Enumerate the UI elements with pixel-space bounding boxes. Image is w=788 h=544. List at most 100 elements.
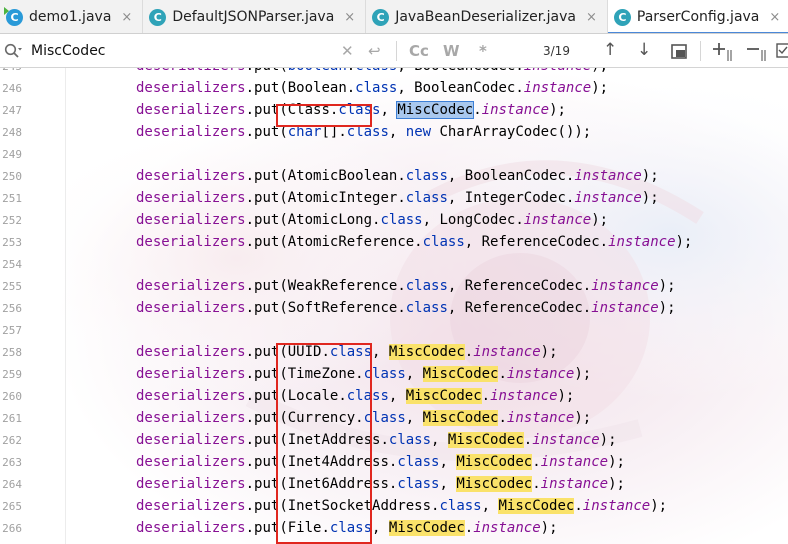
line-number: 260 xyxy=(2,389,22,403)
code-token: . xyxy=(464,344,474,360)
code-line[interactable]: 252 deserializers.put(AtomicLong.class, L… xyxy=(0,209,788,231)
code-line[interactable]: 256 deserializers.put(SoftReference.class… xyxy=(0,297,788,319)
remove-occurrence-icon[interactable] xyxy=(746,42,768,62)
code-token: deserializers xyxy=(136,102,246,118)
search-match-highlight: MiscCodec xyxy=(456,476,533,492)
code-token: class xyxy=(439,498,482,514)
select-all-occurrences-icon[interactable] xyxy=(776,43,788,59)
code-token: class xyxy=(380,212,423,228)
code-token: instance xyxy=(582,498,651,514)
line-number: 266 xyxy=(2,521,22,535)
code-text: deserializers.put(Inet4Address.class, Mi… xyxy=(136,454,625,470)
code-token: instance xyxy=(523,212,592,228)
code-token: ); xyxy=(591,68,608,74)
line-number: 250 xyxy=(2,169,22,183)
code-token: . xyxy=(481,388,491,404)
class-icon: C xyxy=(613,8,631,26)
code-token: instance xyxy=(608,234,676,250)
code-line[interactable]: 257 xyxy=(0,319,788,341)
close-tab-icon[interactable]: × xyxy=(769,10,780,25)
line-number: 253 xyxy=(2,235,22,249)
line-number: 263 xyxy=(2,455,22,469)
code-line[interactable]: 266 deserializers.put(File.class, MiscCod… xyxy=(0,517,788,539)
code-token: ); xyxy=(540,520,558,536)
code-token: put xyxy=(254,300,280,316)
editor-tab[interactable]: Cdemo1.java × xyxy=(0,0,144,33)
code-token: , xyxy=(405,410,423,426)
code-line[interactable]: 263 deserializers.put(Inet4Address.class,… xyxy=(0,451,788,473)
code-token: instance xyxy=(506,410,575,426)
previous-match-button[interactable]: ↑ xyxy=(603,40,617,60)
clear-search-button[interactable]: ✕ xyxy=(341,42,354,60)
code-line[interactable]: 254 xyxy=(0,253,788,275)
match-case-button[interactable]: Cc xyxy=(409,42,429,60)
open-in-window-icon[interactable] xyxy=(671,44,687,59)
code-token: (AtomicBoolean. xyxy=(279,168,406,184)
code-line[interactable]: 245deserializers.put(boolean.class, Bool… xyxy=(0,68,788,77)
code-text: deserializers.put(boolean.class, Boolean… xyxy=(136,68,608,74)
code-line[interactable]: 265 deserializers.put(InetSocketAddress.c… xyxy=(0,495,788,517)
code-token: instance xyxy=(574,168,642,184)
code-token: . xyxy=(245,124,255,140)
code-token: . xyxy=(245,520,255,536)
code-token: instance xyxy=(473,520,541,536)
code-line[interactable]: 253 deserializers.put(AtomicReference.cla… xyxy=(0,231,788,253)
close-tab-icon[interactable]: × xyxy=(586,10,597,25)
code-token: deserializers xyxy=(136,168,246,184)
code-line[interactable]: 264 deserializers.put(Inet6Address.class,… xyxy=(0,473,788,495)
code-token: . xyxy=(246,68,254,74)
run-class-icon: C xyxy=(4,6,23,26)
code-token: instance xyxy=(532,432,600,448)
line-number: 265 xyxy=(2,499,22,513)
code-token: class xyxy=(405,168,448,184)
editor-tab[interactable]: C JavaBeanDeserializer.java × xyxy=(366,0,608,33)
code-token: ); xyxy=(540,344,558,360)
close-tab-icon[interactable]: × xyxy=(121,10,132,25)
code-line[interactable]: 255 deserializers.put(WeakReference.class… xyxy=(0,275,788,297)
regex-button[interactable]: * xyxy=(479,42,487,60)
search-match-highlight: MiscCodec xyxy=(422,410,499,426)
newline-search-button[interactable]: ↩ xyxy=(368,42,381,60)
code-token: put xyxy=(254,212,280,228)
code-token: . xyxy=(532,454,541,470)
search-match-highlight: MiscCodec xyxy=(405,388,482,404)
code-token: deserializers xyxy=(136,124,246,140)
code-line[interactable]: 262 deserializers.put(InetAddress.class, … xyxy=(0,429,788,451)
code-token: (AtomicLong. xyxy=(279,212,381,228)
editor-tab[interactable]: C ParserConfig.java × xyxy=(607,0,788,33)
search-match-highlight: MiscCodec xyxy=(498,498,575,514)
code-token: instance xyxy=(540,454,609,470)
code-token: ); xyxy=(675,234,693,250)
code-token: , ReferenceCodec. xyxy=(447,300,592,316)
whole-words-button[interactable]: W xyxy=(443,42,460,60)
code-line[interactable]: 250 deserializers.put(AtomicBoolean.class… xyxy=(0,165,788,187)
code-line[interactable]: 259 deserializers.put(TimeZone.class, Mis… xyxy=(0,363,788,385)
code-token: . xyxy=(574,498,583,514)
code-line[interactable]: 246 deserializers.put(Boolean.class, Bool… xyxy=(0,77,788,99)
code-token: . xyxy=(245,344,255,360)
code-line[interactable]: 258 deserializers.put(UUID.class, MiscCod… xyxy=(0,341,788,363)
line-number: 259 xyxy=(2,367,22,381)
code-token: , xyxy=(372,344,389,360)
code-line[interactable]: 247 deserializers.put(Class.class, MiscCo… xyxy=(0,99,788,121)
search-match-highlight: MiscCodec xyxy=(422,366,499,382)
close-tab-icon[interactable]: × xyxy=(344,10,355,25)
code-line[interactable]: 260 deserializers.put(Locale.class, MiscC… xyxy=(0,385,788,407)
search-input[interactable] xyxy=(31,40,331,62)
code-token: deserializers xyxy=(136,454,246,470)
code-editor[interactable]: 245deserializers.put(boolean.class, Bool… xyxy=(0,68,788,544)
code-token: , xyxy=(388,124,406,140)
editor-tab[interactable]: C DefaultJSONParser.java × xyxy=(143,0,367,33)
code-line[interactable]: 249 xyxy=(0,143,788,165)
code-line[interactable]: 251 deserializers.put(AtomicInteger.class… xyxy=(0,187,788,209)
code-line[interactable]: 248 deserializers.put(char[].class, new C… xyxy=(0,121,788,143)
code-token: . xyxy=(245,432,255,448)
code-token: ); xyxy=(641,168,659,184)
search-icon[interactable] xyxy=(4,43,22,59)
add-occurrence-icon[interactable] xyxy=(712,42,734,62)
annotation-box-class-column xyxy=(276,343,372,544)
next-match-button[interactable]: ↓ xyxy=(637,40,651,60)
code-line[interactable]: 261 deserializers.put(Currency.class, Mis… xyxy=(0,407,788,429)
code-token: class xyxy=(405,300,448,316)
code-token: , xyxy=(388,388,406,404)
